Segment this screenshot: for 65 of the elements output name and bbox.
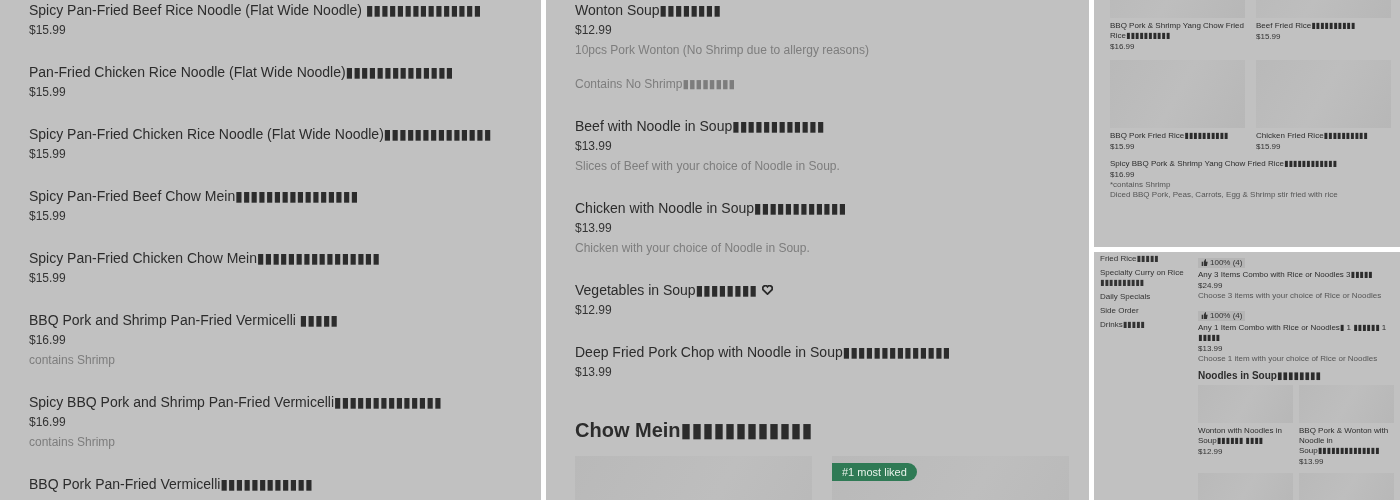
item-name: Chicken Fried Rice▮▮▮▮▮▮▮▮▮▮: [1256, 131, 1369, 141]
item-description: contains Shrimp: [29, 434, 117, 451]
item-description: Diced BBQ Pork, Peas, Carrots, Egg & Shrimp stir fried with rice: [1110, 190, 1339, 200]
item-description: 10pcs Pork Wonton (No Shrimp due to allergy reasons): [575, 42, 870, 59]
item-price: $13.99: [575, 138, 613, 155]
category-link[interactable]: Specialty Curry on Rice ▮▮▮▮▮▮▮▮▮▮: [1100, 268, 1192, 288]
item-price: $15.99: [1256, 31, 1282, 42]
item-name: BBQ Pork & Shrimp Yang Chow Fried Rice▮▮▮▮▮▮▮▮▮▮: [1110, 21, 1245, 41]
item-name: BBQ Pork Fried Rice▮▮▮▮▮▮▮▮▮▮: [1110, 131, 1230, 141]
item-price: $12.99: [575, 22, 613, 39]
item-name: Spicy Pan-Fried Beef Rice Noodle (Flat Wide Noodle) ▮▮▮▮▮▮▮▮▮▮▮▮▮▮▮: [29, 1, 482, 20]
item-name: Spicy BBQ Pork & Shrimp Yang Chow Fried Rice▮▮▮▮▮▮▮▮▮▮▮▮: [1110, 158, 1337, 169]
item-name: BBQ Pork & Wonton with Noodle in Soup▮▮▮▮▮▮▮▮▮▮▮▮▮▮: [1299, 426, 1390, 456]
rating-text: 100% (4): [1210, 310, 1243, 321]
item-price: $15.99: [1256, 141, 1282, 152]
item-price: $16.99: [29, 332, 67, 349]
category-link[interactable]: Side Order: [1100, 306, 1192, 316]
item-description: contains Shrimp: [29, 352, 117, 369]
item-description: Contains No Shrimp▮▮▮▮▮▮▮▮: [575, 76, 737, 93]
item-price: $13.99: [575, 364, 613, 381]
category-link[interactable]: Daily Specials: [1100, 292, 1192, 302]
item-name: Spicy BBQ Pork and Shrimp Pan-Fried Vermicelli▮▮▮▮▮▮▮▮▮▮▮▮▮▮: [29, 393, 442, 412]
item-name: Any 3 Items Combo with Rice or Noodles 3▮▮▮▮▮: [1198, 270, 1373, 280]
item-price: $13.99: [575, 220, 613, 237]
item-name: Vegetables in Soup▮▮▮▮▮▮▮▮: [575, 281, 758, 300]
item-price: $15.99: [29, 22, 67, 39]
item-description: Choose 3 items with your choice of Rice or Noodles: [1198, 291, 1383, 301]
thumbs-up-icon: [1201, 312, 1208, 319]
item-price: $15.99: [29, 146, 67, 163]
item-price: $24.99: [1198, 280, 1224, 291]
section-heading: Noodles in Soup▮▮▮▮▮▮▮▮: [1198, 370, 1322, 381]
item-price: $16.99: [1110, 169, 1136, 180]
rating-text: 100% (4): [1210, 257, 1243, 268]
item-price: $15.99: [29, 84, 67, 101]
category-link[interactable]: Drinks▮▮▮▮▮: [1100, 320, 1192, 330]
item-price: $15.99: [29, 270, 67, 287]
item-description: *contains Shrimp: [1110, 180, 1172, 190]
item-name: Chicken with Noodle in Soup▮▮▮▮▮▮▮▮▮▮▮▮: [575, 199, 847, 218]
item-price: $12.99: [1198, 446, 1224, 457]
item-name: Beef with Noodle in Soup▮▮▮▮▮▮▮▮▮▮▮▮: [575, 117, 825, 136]
item-description: Chicken with your choice of Noodle in Soup.: [575, 240, 811, 257]
item-name: BBQ Pork Pan-Fried Vermicelli▮▮▮▮▮▮▮▮▮▮▮▮: [29, 475, 313, 494]
thumbs-up-icon: [1201, 259, 1208, 266]
item-name: Any 1 Item Combo with Rice or Noodles▮ 1 ▮▮▮▮▮▮ 1 ▮▮▮▮▮: [1198, 323, 1388, 343]
popularity-badge: #1 most liked: [832, 463, 917, 481]
item-name: BBQ Pork and Shrimp Pan-Fried Vermicelli ▮▮▮▮▮: [29, 311, 339, 330]
item-price: $12.99: [575, 302, 613, 319]
item-name: Beef Fried Rice▮▮▮▮▮▮▮▮▮▮: [1256, 21, 1357, 31]
item-name: Pan-Fried Chicken Rice Noodle (Flat Wide Noodle)▮▮▮▮▮▮▮▮▮▮▮▮▮▮: [29, 63, 454, 82]
item-name: Deep Fried Pork Chop with Noodle in Soup▮▮▮▮▮▮▮▮▮▮▮▮▮▮: [575, 343, 951, 362]
item-name: Spicy Pan-Fried Chicken Rice Noodle (Flat Wide Noodle)▮▮▮▮▮▮▮▮▮▮▮▮▮▮: [29, 125, 492, 144]
item-name: Spicy Pan-Fried Chicken Chow Mein▮▮▮▮▮▮▮▮▮▮▮▮▮▮▮▮: [29, 249, 381, 268]
item-description: Choose 1 item with your choice of Rice or Noodles: [1198, 354, 1379, 364]
item-description: Slices of Beef with your choice of Noodle in Soup.: [575, 158, 841, 175]
item-price: $13.99: [1299, 456, 1325, 467]
item-price: $16.99: [29, 414, 67, 431]
item-price: $15.99: [29, 208, 67, 225]
item-price: $16.99: [1110, 41, 1136, 52]
item-price: $13.99: [1198, 343, 1224, 354]
item-name: Wonton with Noodles in Soup▮▮▮▮▮▮ ▮▮▮▮: [1198, 426, 1283, 446]
category-link[interactable]: Fried Rice▮▮▮▮▮: [1100, 254, 1192, 264]
item-name: Wonton Soup▮▮▮▮▮▮▮▮: [575, 1, 722, 20]
item-name: Spicy Pan-Fried Beef Chow Mein▮▮▮▮▮▮▮▮▮▮▮▮▮▮▮▮: [29, 187, 359, 206]
item-price: $15.99: [1110, 141, 1136, 152]
section-heading: Chow Mein▮▮▮▮▮▮▮▮▮▮▮▮: [575, 418, 814, 442]
